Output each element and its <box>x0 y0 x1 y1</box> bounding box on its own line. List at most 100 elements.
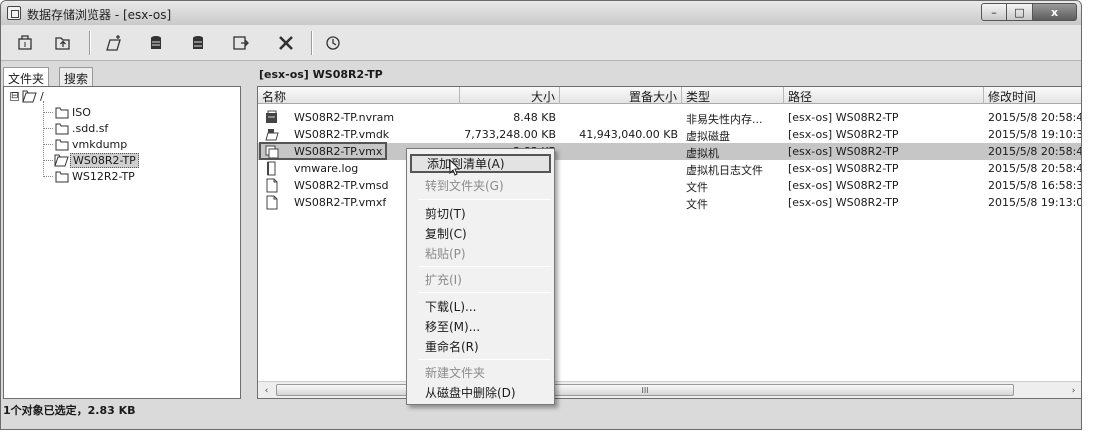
cell-name: WS08R2-TP.vmdk <box>294 128 390 141</box>
download-button[interactable] <box>186 31 210 55</box>
cell-size: 8.48 KB <box>513 111 556 124</box>
tree-item-vmkdump[interactable]: vmkdump <box>54 136 129 152</box>
menu-item-rename[interactable]: 重命名(R) <box>410 337 551 356</box>
toolbar <box>1 25 1081 61</box>
tree-item-ws08r2-tp[interactable]: WS08R2-TP <box>54 152 139 168</box>
tree-connector <box>43 176 53 177</box>
folder-icon <box>55 123 69 135</box>
cell-modified: 2015/5/8 20:58:44 <box>988 162 1082 175</box>
scroll-right-button[interactable]: › <box>1065 382 1081 398</box>
menu-item-go-to-folder[interactable]: 转到文件夹(G) <box>410 176 551 195</box>
collapse-expander[interactable]: ⊟ <box>10 92 19 101</box>
menu-separator <box>419 292 551 293</box>
table-row[interactable]: WS08R2-TP.vmdk 7,733,248.00 KB 41,943,04… <box>258 126 1081 143</box>
delete-button[interactable] <box>274 31 298 55</box>
window-controls: – □ x <box>981 3 1077 21</box>
maximize-button[interactable]: □ <box>1007 3 1033 21</box>
cell-path: [esx-os] WS08R2-TP <box>788 179 899 192</box>
toolbar-separator <box>89 31 90 55</box>
close-button[interactable]: x <box>1033 3 1077 21</box>
refresh-button[interactable] <box>321 31 345 55</box>
column-header-provisioned[interactable]: 置备大小 <box>560 87 682 104</box>
upload-button[interactable] <box>144 31 168 55</box>
cell-type: 非易失性内存... <box>686 113 763 126</box>
menu-item-inflate[interactable]: 扩充(I) <box>410 270 551 289</box>
window-title: 数据存储浏览器 - [esx-os] <box>27 8 172 22</box>
cell-name: WS08R2-TP.vmx <box>294 145 383 158</box>
up-folder-button[interactable] <box>51 31 75 55</box>
column-header-size[interactable]: 大小 <box>460 87 560 104</box>
open-folder-icon <box>54 154 69 167</box>
cell-path: [esx-os] WS08R2-TP <box>788 162 899 175</box>
virtual-disk-icon <box>265 129 279 141</box>
download-icon <box>193 36 203 49</box>
column-header-type[interactable]: 类型 <box>682 87 784 104</box>
tree-item-ws12r2-tp[interactable]: WS12R2-TP <box>54 168 137 184</box>
menu-item-delete-from-disk[interactable]: 从磁盘中删除(D) <box>410 383 551 402</box>
menu-separator <box>419 266 551 267</box>
cell-modified: 2015/5/8 20:58:44 <box>988 145 1082 158</box>
tree-item-root[interactable]: / <box>22 88 46 104</box>
table-row[interactable]: WS08R2-TP.nvram 8.48 KB 非易失性内存... [esx-o… <box>258 109 1082 126</box>
log-file-icon <box>267 161 276 176</box>
list-header: 名称 大小 置备大小 类型 路径 修改时间 <box>258 87 1081 104</box>
cell-modified: 2015/5/8 20:58:44 <box>988 111 1082 124</box>
tab-folders[interactable]: 文件夹 <box>3 67 50 87</box>
cell-type: 文件 <box>686 181 708 194</box>
tree-item-iso[interactable]: ISO <box>54 104 93 120</box>
browse-datastore-button[interactable] <box>13 31 37 55</box>
tree-connector <box>43 160 53 161</box>
tree-connector <box>43 112 53 113</box>
new-folder-button[interactable] <box>102 31 126 55</box>
folder-icon <box>55 107 69 119</box>
menu-item-copy[interactable]: 复制(C) <box>410 224 551 243</box>
tree-item-label: / <box>40 89 44 103</box>
mouse-cursor-icon <box>449 159 461 176</box>
cell-modified: 2015/5/8 19:13:03 <box>988 196 1082 209</box>
menu-item-paste[interactable]: 粘贴(P) <box>410 244 551 263</box>
browse-datastore-icon <box>18 35 32 50</box>
cell-type: 文件 <box>686 198 708 211</box>
new-folder-icon <box>106 35 121 51</box>
toolbar-separator <box>311 31 312 55</box>
tree-item-label: WS08R2-TP <box>70 152 139 168</box>
menu-item-download[interactable]: 下载(L)... <box>410 297 551 316</box>
tree-item-label: vmkdump <box>72 137 128 151</box>
delete-icon <box>279 36 293 50</box>
cell-provisioned: 41,943,040.00 KB <box>579 128 678 141</box>
file-list: 名称 大小 置备大小 类型 路径 修改时间 WS08R2-TP.nvram 8.… <box>257 86 1082 399</box>
menu-item-new-folder[interactable]: 新建文件夹 <box>410 363 551 382</box>
table-row[interactable]: WS08R2-TP.vmsd 文件 [esx-os] WS08R2-TP 201… <box>258 177 1081 194</box>
cell-type: 虚拟磁盘 <box>686 130 730 143</box>
menu-item-cut[interactable]: 剪切(T) <box>410 204 551 223</box>
file-icon <box>266 178 278 193</box>
table-row[interactable]: vmware.log 虚拟机日志文件 [esx-os] WS08R2-TP 20… <box>258 160 1082 177</box>
column-header-path[interactable]: 路径 <box>784 87 984 104</box>
datastore-browser-window: 数据存储浏览器 - [esx-os] – □ x 文件夹 搜索 ⊟ / ISO … <box>0 0 1082 430</box>
scroll-thumb[interactable]: III <box>276 384 1014 396</box>
cell-path: [esx-os] WS08R2-TP <box>788 111 899 124</box>
menu-item-add-to-inventory[interactable]: 添加到清单(A) <box>410 154 551 173</box>
column-header-name[interactable]: 名称 <box>258 87 460 104</box>
column-header-modified[interactable]: 修改时间 <box>984 87 1081 104</box>
tree-item-label: ISO <box>72 105 91 119</box>
title-bar[interactable]: 数据存储浏览器 - [esx-os] – □ x <box>1 1 1081 25</box>
table-row[interactable]: WS08R2-TP.vmxf 文件 [esx-os] WS08R2-TP 201… <box>258 194 1082 211</box>
cell-name: WS08R2-TP.vmxf <box>294 196 387 209</box>
cell-path: [esx-os] WS08R2-TP <box>788 196 899 209</box>
minimize-button[interactable]: – <box>981 3 1007 21</box>
tree-item-sdd-sf[interactable]: .sdd.sf <box>54 120 110 136</box>
cell-type: 虚拟机 <box>686 147 719 160</box>
table-row-selected[interactable]: WS08R2-TP.vmx 2.83 KB 虚拟机 [esx-os] WS08R… <box>258 142 1082 160</box>
menu-item-move-to[interactable]: 移至(M)... <box>410 317 551 336</box>
horizontal-scrollbar[interactable]: ‹ III › <box>258 381 1081 398</box>
cell-name: WS08R2-TP.nvram <box>294 111 395 124</box>
register-vm-button[interactable] <box>229 31 253 55</box>
tab-search[interactable]: 搜索 <box>59 67 94 87</box>
app-icon <box>7 6 21 20</box>
cell-path: [esx-os] WS08R2-TP <box>788 128 899 141</box>
upload-icon <box>151 36 161 49</box>
cell-type: 虚拟机日志文件 <box>686 164 763 177</box>
status-bar: 1个对象已选定，2.83 KB <box>1 401 1081 429</box>
scroll-left-button[interactable]: ‹ <box>258 382 275 398</box>
